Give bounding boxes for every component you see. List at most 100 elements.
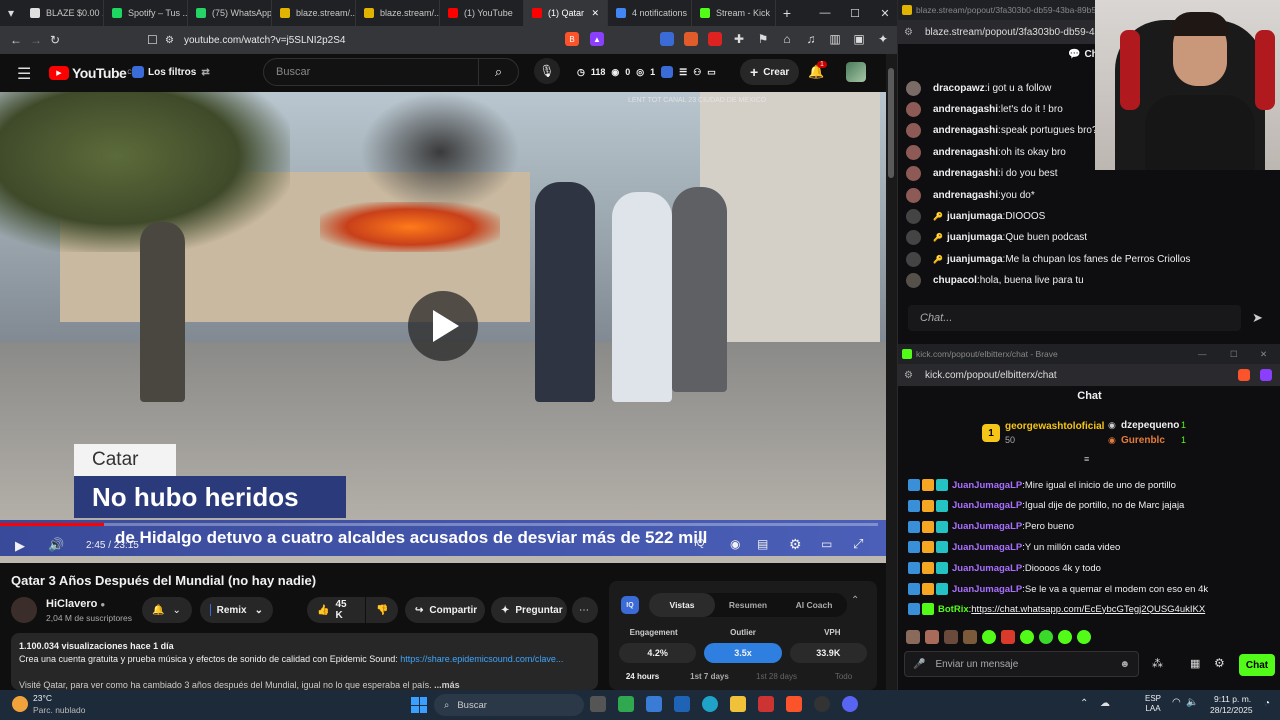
kick-chat-input[interactable]: 🎤 Enviar un mensaje ☻ [904,651,1139,677]
chat-username[interactable]: andrenagashi [933,104,998,115]
kick-username[interactable]: JuanJumagaLP [952,480,1022,491]
chat-username[interactable]: chupacol [933,275,977,286]
site-info-icon[interactable]: ⚙ [904,370,913,381]
forward-icon[interactable]: → [30,33,42,47]
notification-center-icon[interactable]: ◔ [1264,698,1270,709]
sidebar-icon[interactable]: ▥ [828,32,842,46]
emote-icon[interactable] [1058,630,1072,644]
clock-date[interactable]: 28/12/2025 [1210,705,1253,715]
emote-icon[interactable] [925,630,939,644]
emote-icon[interactable] [1001,630,1015,644]
volume-icon[interactable]: 🔊 [48,537,64,553]
voice-search-button[interactable]: 🎙 [534,58,560,84]
bookmark-icon[interactable]: ☐ [147,33,158,47]
search-button[interactable]: ⌕ [478,59,518,85]
close-tab-icon[interactable]: ✕ [591,8,599,19]
like-button[interactable]: 👍 45 K [307,597,365,623]
channel-name[interactable]: HiClavero ● [46,598,105,610]
chat-username[interactable]: juanjumaga [947,232,1003,243]
back-icon[interactable]: ← [10,33,22,47]
filters-button[interactable]: Los filtros ⇄ [132,66,210,78]
iq-player-icon[interactable]: IQ [694,538,705,549]
emote-icon[interactable] [963,630,977,644]
show-more-link[interactable]: ...más [434,680,460,690]
browser-tab[interactable]: blaze.stream/... [356,0,440,26]
share-button[interactable]: ↪ Compartir [405,597,485,623]
ask-button[interactable]: ✦ Preguntar [491,597,567,623]
browser-tab[interactable]: (1) Qatar ✕ [524,0,608,26]
url-field[interactable]: ⚙ youtube.com/watch?v=j5SLNI2p2S4 [165,30,505,50]
reload-icon[interactable]: ↻ [50,33,60,47]
browser-tab[interactable]: 4 notifications [608,0,692,26]
extension-icon[interactable]: ⚑ [756,32,770,46]
settings-gear-icon[interactable]: ⚙ [1214,656,1225,670]
app-icon[interactable] [814,696,830,712]
collapse-chevron-icon[interactable]: ⌃ [851,595,859,606]
more-actions-button[interactable]: ⋯ [572,597,598,623]
leader-name[interactable]: georgewashtoloficial [1005,421,1104,432]
extension-icon[interactable] [684,32,698,46]
maximize-button[interactable]: ☐ [840,7,870,20]
youtube-logo[interactable]: ▶ YouTube CO [49,65,136,81]
kick-username[interactable]: JuanJumagaLP [952,521,1022,532]
period-28d[interactable]: 1st 28 days [743,672,810,681]
dislike-button[interactable]: 👎 [366,597,398,623]
leader-name-3[interactable]: Gurenblc [1121,435,1165,446]
chat-username[interactable]: andrenagashi [933,125,998,136]
minimize-button[interactable]: — [1198,349,1207,359]
app-icon[interactable] [758,696,774,712]
clock-time[interactable]: 9:11 p. m. [1214,694,1251,704]
kick-username[interactable]: JuanJumagaLP [952,542,1022,553]
avatar[interactable] [846,62,866,82]
taskbar-search[interactable]: ⌕ Buscar [434,694,584,716]
chat-username[interactable]: juanjumaga [947,211,1003,222]
notifications-button[interactable]: 🔔 1 [808,61,828,83]
weather-desc[interactable]: Parc. nublado [33,705,85,715]
chat-username[interactable]: andrenagashi [933,147,998,158]
leader-name-2[interactable]: dzepequeno [1121,420,1179,431]
cast-icon[interactable]: ▭ [707,67,716,78]
kick-username[interactable]: JuanJumagaLP [952,584,1022,595]
brave-shield-icon[interactable]: B [565,32,579,46]
extension-icon[interactable]: ⁂ [1152,657,1163,670]
browser-tab[interactable]: (1) YouTube [440,0,524,26]
extension-icon[interactable] [708,32,722,46]
task-view-icon[interactable] [590,696,606,712]
brave-rewards-icon[interactable]: ▲ [590,32,604,46]
app-icon[interactable] [674,696,690,712]
weather-temp[interactable]: 23°C [33,693,52,703]
description-link[interactable]: https://share.epidemicsound.com/clave... [400,654,563,664]
tray-chevron-icon[interactable]: ⌃ [1080,698,1088,709]
iq-tab-ai-coach[interactable]: AI Coach [781,593,847,617]
browser-tab[interactable]: blaze.stream/... [272,0,356,26]
file-explorer-icon[interactable] [730,696,746,712]
kick-username[interactable]: JuanJumagaLP [952,563,1022,574]
channel-avatar[interactable] [11,597,37,623]
chat-username[interactable]: andrenagashi [933,190,998,201]
emote-icon[interactable] [906,630,920,644]
chat-username[interactable]: dracopawz [933,83,985,94]
send-icon[interactable]: ➤ [1252,310,1263,326]
browser-tab[interactable]: (75) WhatsApp [188,0,272,26]
site-info-icon[interactable]: ⚙ [904,27,913,38]
wifi-icon[interactable]: ◠ [1172,697,1181,708]
notification-bell-button[interactable]: 🔔 ⌄ [142,597,192,623]
emoji-icon[interactable]: ☻ [1119,659,1130,670]
maximize-button[interactable]: ☐ [1230,349,1238,360]
settings-gear-icon[interactable]: ⚙ [789,536,802,553]
mic-icon[interactable]: 🎤 [913,659,925,670]
emote-icon[interactable] [982,630,996,644]
browser-tab[interactable]: Stream - Kick [692,0,776,26]
hamburger-menu-icon[interactable]: ☰ [17,64,31,84]
search-input[interactable]: Buscar [264,66,478,78]
volume-icon[interactable]: 🔈 [1186,697,1198,708]
browser-tab[interactable]: Spotify – Tus ... [104,0,188,26]
close-window-button[interactable]: ✕ [870,7,900,20]
emote-icon[interactable] [1077,630,1091,644]
app-icon[interactable] [646,696,662,712]
play-button[interactable]: ▶ [15,538,25,554]
brave-shield-icon[interactable] [1238,369,1250,381]
captions-icon[interactable]: ▤ [757,537,768,551]
weather-icon[interactable] [12,696,28,712]
minimize-button[interactable]: — [810,7,840,19]
